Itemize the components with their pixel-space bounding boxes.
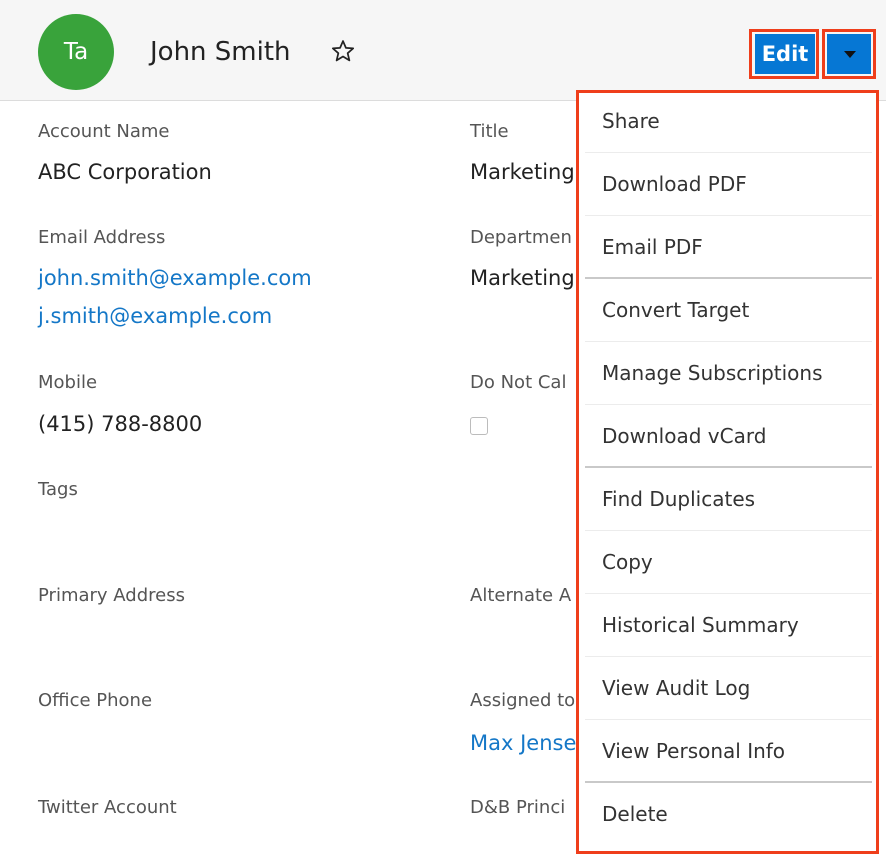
title-label: Title xyxy=(470,121,509,142)
menu-item-manage-subscriptions[interactable]: Manage Subscriptions xyxy=(585,342,872,405)
menu-item-download-pdf[interactable]: Download PDF xyxy=(585,153,872,216)
menu-item-find-duplicates[interactable]: Find Duplicates xyxy=(585,468,872,531)
record-header: Ta John Smith Edit xyxy=(0,0,886,101)
menu-item-email-pdf[interactable]: Email PDF xyxy=(585,216,872,279)
account-name-label: Account Name xyxy=(38,121,170,142)
actions-dropdown-button[interactable] xyxy=(827,34,871,74)
menu-item-delete[interactable]: Delete xyxy=(585,783,872,846)
twitter-account-label: Twitter Account xyxy=(38,797,177,818)
email-link-secondary[interactable]: j.smith@example.com xyxy=(38,304,272,328)
menu-item-download-vcard[interactable]: Download vCard xyxy=(585,405,872,468)
title-value: Marketing xyxy=(470,160,575,184)
mobile-value: (415) 788-8800 xyxy=(38,412,203,436)
caret-down-icon xyxy=(844,51,856,58)
avatar: Ta xyxy=(38,14,114,90)
primary-address-label: Primary Address xyxy=(38,585,185,606)
alternate-address-label: Alternate A xyxy=(470,585,572,606)
star-outline-icon[interactable] xyxy=(330,38,356,64)
department-value: Marketing xyxy=(470,266,575,290)
menu-item-view-personal-info[interactable]: View Personal Info xyxy=(585,720,872,783)
email-address-label: Email Address xyxy=(38,227,166,248)
dnb-principal-label: D&B Princi xyxy=(470,797,566,818)
record-view: Ta John Smith Edit Account Name ABC Corp… xyxy=(0,0,886,854)
menu-item-copy[interactable]: Copy xyxy=(585,531,872,594)
do-not-call-label: Do Not Cal xyxy=(470,372,567,393)
record-name: John Smith xyxy=(150,37,291,67)
assigned-to-link[interactable]: Max Jense xyxy=(470,731,576,755)
do-not-call-checkbox[interactable] xyxy=(470,417,488,435)
edit-button[interactable]: Edit xyxy=(755,34,815,74)
menu-item-convert-target[interactable]: Convert Target xyxy=(585,279,872,342)
assigned-to-label: Assigned to xyxy=(470,690,576,711)
menu-item-view-audit-log[interactable]: View Audit Log xyxy=(585,657,872,720)
mobile-label: Mobile xyxy=(38,372,98,393)
department-label: Departmen xyxy=(470,227,572,248)
office-phone-label: Office Phone xyxy=(38,690,153,711)
account-name-value: ABC Corporation xyxy=(38,160,212,184)
menu-item-share[interactable]: Share xyxy=(585,90,872,153)
email-link-primary[interactable]: john.smith@example.com xyxy=(38,266,312,290)
menu-item-historical-summary[interactable]: Historical Summary xyxy=(585,594,872,657)
tags-label: Tags xyxy=(38,479,78,500)
